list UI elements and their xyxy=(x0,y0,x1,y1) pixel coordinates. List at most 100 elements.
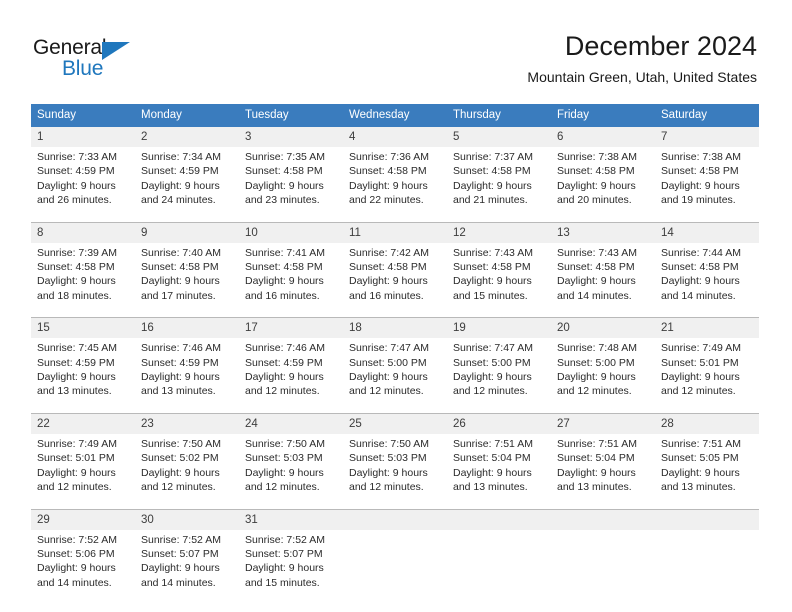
title-block: December 2024 Mountain Green, Utah, Unit… xyxy=(527,30,757,86)
calendar-body: 1 2 3 4 5 6 7 Sunrise: 7:33 AM Sunset: 4… xyxy=(31,127,759,605)
day-cell: Sunrise: 7:38 AM Sunset: 4:58 PM Dayligh… xyxy=(655,147,759,223)
day-number[interactable]: 25 xyxy=(343,412,447,434)
day-cell: Sunrise: 7:37 AM Sunset: 4:58 PM Dayligh… xyxy=(447,147,551,223)
day-cell: Sunrise: 7:52 AM Sunset: 5:06 PM Dayligh… xyxy=(31,529,135,605)
day-cell: Sunrise: 7:52 AM Sunset: 5:07 PM Dayligh… xyxy=(239,529,343,605)
day-cell: Sunrise: 7:42 AM Sunset: 4:58 PM Dayligh… xyxy=(343,242,447,318)
day-cell: Sunrise: 7:51 AM Sunset: 5:05 PM Dayligh… xyxy=(655,433,759,509)
daylight-text-line1: Daylight: 9 hours xyxy=(141,562,220,575)
sunset-text: Sunset: 4:58 PM xyxy=(453,165,531,178)
daylight-text-line1: Daylight: 9 hours xyxy=(661,466,740,479)
day-number[interactable]: 8 xyxy=(31,221,135,243)
day-detail-row: Sunrise: 7:52 AM Sunset: 5:06 PM Dayligh… xyxy=(31,529,759,605)
day-number[interactable]: 7 xyxy=(655,127,759,147)
sunset-text: Sunset: 5:04 PM xyxy=(557,452,635,465)
day-cell: Sunrise: 7:33 AM Sunset: 4:59 PM Dayligh… xyxy=(31,147,135,223)
daylight-text-line2: and 14 minutes. xyxy=(661,289,736,302)
day-number[interactable]: 16 xyxy=(135,317,239,339)
day-cell-empty xyxy=(447,529,551,605)
day-number[interactable]: 28 xyxy=(655,412,759,434)
day-number[interactable]: 15 xyxy=(31,317,135,339)
day-number[interactable]: 21 xyxy=(655,317,759,339)
daylight-text-line1: Daylight: 9 hours xyxy=(141,466,220,479)
day-number[interactable]: 27 xyxy=(551,412,655,434)
daylight-text-line2: and 13 minutes. xyxy=(661,481,736,494)
day-number[interactable]: 22 xyxy=(31,412,135,434)
day-detail-row: Sunrise: 7:45 AM Sunset: 4:59 PM Dayligh… xyxy=(31,338,759,414)
daylight-text-line2: and 12 minutes. xyxy=(245,481,320,494)
day-number[interactable]: 18 xyxy=(343,317,447,339)
day-number[interactable]: 4 xyxy=(343,127,447,147)
sunrise-text: Sunrise: 7:37 AM xyxy=(453,151,533,163)
daylight-text-line2: and 13 minutes. xyxy=(557,481,632,494)
logo-triangle-icon xyxy=(102,42,130,60)
sunrise-text: Sunrise: 7:49 AM xyxy=(37,437,117,450)
day-cell: Sunrise: 7:43 AM Sunset: 4:58 PM Dayligh… xyxy=(551,242,655,318)
daylight-text-line2: and 12 minutes. xyxy=(37,481,112,494)
daylight-text-line1: Daylight: 9 hours xyxy=(37,466,116,479)
daylight-text-line2: and 19 minutes. xyxy=(661,194,736,207)
daylight-text-line2: and 21 minutes. xyxy=(453,194,528,207)
daylight-text-line2: and 16 minutes. xyxy=(349,289,424,302)
sunrise-text: Sunrise: 7:52 AM xyxy=(37,533,117,546)
weekday-header-thursday: Thursday xyxy=(447,104,551,127)
day-number[interactable]: 13 xyxy=(551,221,655,243)
daylight-text-line1: Daylight: 9 hours xyxy=(37,371,116,384)
sunset-text: Sunset: 4:59 PM xyxy=(245,356,323,369)
day-number[interactable]: 10 xyxy=(239,221,343,243)
sunset-text: Sunset: 4:58 PM xyxy=(37,261,115,274)
logo-text-blue: Blue xyxy=(62,57,104,80)
day-detail-row: Sunrise: 7:33 AM Sunset: 4:59 PM Dayligh… xyxy=(31,147,759,223)
daylight-text-line1: Daylight: 9 hours xyxy=(37,179,116,192)
day-number[interactable]: 23 xyxy=(135,412,239,434)
sunset-text: Sunset: 4:58 PM xyxy=(245,165,323,178)
daylight-text-line2: and 16 minutes. xyxy=(245,289,320,302)
sunrise-text: Sunrise: 7:45 AM xyxy=(37,342,117,355)
day-cell: Sunrise: 7:50 AM Sunset: 5:02 PM Dayligh… xyxy=(135,433,239,509)
day-number[interactable]: 20 xyxy=(551,317,655,339)
sunset-text: Sunset: 5:07 PM xyxy=(245,547,323,560)
sunset-text: Sunset: 5:00 PM xyxy=(349,356,427,369)
day-number[interactable]: 26 xyxy=(447,412,551,434)
day-number[interactable]: 24 xyxy=(239,412,343,434)
daylight-text-line1: Daylight: 9 hours xyxy=(245,371,324,384)
day-number[interactable]: 12 xyxy=(447,221,551,243)
day-number[interactable]: 19 xyxy=(447,317,551,339)
day-number[interactable]: 14 xyxy=(655,221,759,243)
day-number[interactable]: 30 xyxy=(135,508,239,530)
daylight-text-line2: and 13 minutes. xyxy=(141,385,216,398)
day-cell: Sunrise: 7:51 AM Sunset: 5:04 PM Dayligh… xyxy=(551,433,655,509)
daylight-text-line2: and 12 minutes. xyxy=(349,385,424,398)
day-number[interactable]: 1 xyxy=(31,127,135,147)
day-cell: Sunrise: 7:41 AM Sunset: 4:58 PM Dayligh… xyxy=(239,242,343,318)
sunrise-text: Sunrise: 7:39 AM xyxy=(37,246,117,259)
day-number[interactable]: 11 xyxy=(343,221,447,243)
sunrise-text: Sunrise: 7:42 AM xyxy=(349,246,429,259)
sunrise-text: Sunrise: 7:51 AM xyxy=(557,437,637,450)
day-number[interactable]: 2 xyxy=(135,127,239,147)
day-number[interactable]: 17 xyxy=(239,317,343,339)
day-detail-row: Sunrise: 7:49 AM Sunset: 5:01 PM Dayligh… xyxy=(31,433,759,509)
day-cell-empty xyxy=(655,529,759,605)
sunset-text: Sunset: 5:03 PM xyxy=(349,452,427,465)
daylight-text-line2: and 14 minutes. xyxy=(141,576,216,589)
weekday-header-friday: Friday xyxy=(551,104,655,127)
day-cell: Sunrise: 7:35 AM Sunset: 4:58 PM Dayligh… xyxy=(239,147,343,223)
day-cell: Sunrise: 7:40 AM Sunset: 4:58 PM Dayligh… xyxy=(135,242,239,318)
day-number[interactable]: 5 xyxy=(447,127,551,147)
daylight-text-line2: and 23 minutes. xyxy=(245,194,320,207)
day-number[interactable]: 9 xyxy=(135,221,239,243)
sunrise-text: Sunrise: 7:49 AM xyxy=(661,342,741,355)
day-number[interactable]: 29 xyxy=(31,508,135,530)
daylight-text-line1: Daylight: 9 hours xyxy=(245,179,324,192)
daylight-text-line1: Daylight: 9 hours xyxy=(661,179,740,192)
day-number[interactable]: 6 xyxy=(551,127,655,147)
day-number[interactable]: 31 xyxy=(239,508,343,530)
day-number[interactable]: 3 xyxy=(239,127,343,147)
day-cell: Sunrise: 7:45 AM Sunset: 4:59 PM Dayligh… xyxy=(31,338,135,414)
calendar-header: Sunday Monday Tuesday Wednesday Thursday… xyxy=(31,104,759,127)
daylight-text-line2: and 13 minutes. xyxy=(453,481,528,494)
daylight-text-line1: Daylight: 9 hours xyxy=(245,275,324,288)
day-cell-empty xyxy=(343,529,447,605)
daylight-text-line2: and 14 minutes. xyxy=(557,289,632,302)
